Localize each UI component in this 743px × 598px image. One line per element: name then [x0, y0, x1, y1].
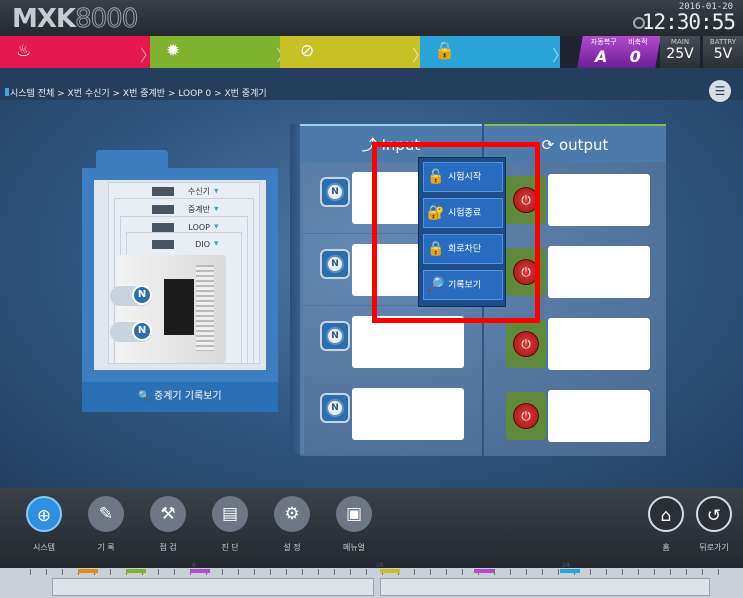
highlight-box: [372, 142, 540, 323]
nav-log[interactable]: ✎ 기 록: [82, 496, 130, 553]
timeline-range-right[interactable]: [380, 578, 710, 596]
input-slot[interactable]: N: [320, 393, 350, 423]
emergency-badge[interactable]: 비축적 0: [611, 36, 661, 68]
nav-diagnose[interactable]: ▤ 진 단: [206, 496, 254, 553]
chevron-right-icon: 〉: [552, 46, 569, 65]
chevron-down-icon: ▾: [214, 186, 219, 197]
output-field[interactable]: [548, 246, 650, 298]
gear-icon: ✹: [166, 41, 181, 61]
n-icon: N: [326, 255, 344, 273]
top-bar: MXK8000 2016-01-20 12:30:55: [0, 0, 743, 36]
settings-gear-icon: ⚙: [274, 496, 310, 532]
n-indicator[interactable]: N: [132, 321, 152, 341]
panel-dropdown[interactable]: 중계반 ▾: [152, 204, 219, 216]
loop-dropdown[interactable]: LOOP ▾: [152, 222, 219, 234]
lock-icon: 🔒: [434, 41, 456, 61]
prohibit-icon: ⊘: [300, 41, 315, 61]
nav-settings[interactable]: ⚙ 설 정: [268, 496, 316, 553]
back-button[interactable]: ↺ 뒤로가기: [690, 496, 738, 553]
timeline-label: 24: [562, 562, 570, 569]
output-arrow-icon: ⟳: [541, 136, 555, 154]
output-field[interactable]: [548, 318, 650, 370]
clipboard-icon: ▤: [212, 496, 248, 532]
n-indicator[interactable]: N: [132, 285, 152, 305]
n-icon: N: [326, 183, 344, 201]
n-icon: N: [326, 327, 344, 345]
timeline-event: [560, 569, 580, 573]
input-slot[interactable]: N: [320, 177, 350, 207]
manual-icon: ▣: [336, 496, 372, 532]
timeline-event: [380, 569, 400, 573]
relay-module-image: [116, 255, 226, 363]
timeline-event: [190, 569, 210, 573]
device-tab: [96, 150, 168, 168]
list-icon: ☰: [714, 84, 726, 98]
dio-dropdown[interactable]: DIO ▾: [152, 239, 219, 251]
output-slot[interactable]: ⏻: [506, 320, 546, 368]
nav-inspect[interactable]: ⚒ 점 검: [144, 496, 192, 553]
output-slot[interactable]: ⏻: [506, 392, 546, 440]
breadcrumb-marker: [5, 88, 9, 96]
clock-time: 12:30:55: [641, 10, 736, 34]
timeline-range-left[interactable]: [52, 578, 374, 596]
fire-status[interactable]: ♨ 〉: [0, 36, 156, 68]
power-icon: ⏻: [513, 331, 539, 357]
stop-status[interactable]: ⊘ 〉: [280, 36, 428, 68]
input-slot[interactable]: N: [320, 249, 350, 279]
output-field[interactable]: [548, 174, 650, 226]
main-power: MAIN 25V: [660, 36, 700, 68]
module-pins: [196, 265, 214, 351]
chevron-down-icon: ▾: [214, 239, 219, 249]
n-icon: N: [326, 399, 344, 417]
output-field[interactable]: [548, 390, 650, 442]
home-button[interactable]: ⌂ 홈: [642, 496, 690, 553]
battery-power: BATTRY 5V: [703, 36, 743, 68]
back-icon: ↺: [696, 496, 732, 532]
globe-icon: ⊕: [26, 496, 62, 532]
timeline-event: [474, 569, 494, 573]
timeline-label: 16: [376, 562, 384, 569]
module-display: [164, 279, 194, 335]
lock-status[interactable]: 🔒 〉: [420, 36, 568, 68]
app-root: MXK8000 2016-01-20 12:30:55 ♨ 〉 ✹ 〉 ⊘ 〉 …: [0, 0, 743, 598]
input-field[interactable]: [352, 316, 464, 368]
power-icon: ⏻: [513, 403, 539, 429]
input-field[interactable]: [352, 388, 464, 440]
chevron-down-icon: ▾: [214, 204, 219, 215]
nav-system[interactable]: ⊕ 시스템: [20, 496, 68, 553]
pencil-icon: ✎: [88, 496, 124, 532]
relay-history-button[interactable]: 🔍 중계기 기록보기: [82, 382, 278, 412]
timeline-event: [126, 569, 146, 573]
fire-icon: ♨: [16, 41, 32, 61]
timeline-label: 8: [192, 562, 196, 569]
chevron-down-icon: ▾: [214, 222, 219, 232]
timeline-event: [78, 569, 98, 573]
fault-status[interactable]: ✹ 〉: [150, 36, 292, 68]
app-logo: MXK8000: [12, 4, 139, 35]
menu-button[interactable]: ☰: [709, 80, 731, 102]
wrench-icon: ⚒: [150, 496, 186, 532]
input-slot[interactable]: N: [320, 321, 350, 351]
receiver-dropdown[interactable]: 수신기 ▾: [152, 186, 219, 198]
nav-manual[interactable]: ▣ 메뉴얼: [330, 496, 378, 553]
home-icon: ⌂: [648, 496, 684, 532]
breadcrumb[interactable]: 시스템 전체 > X번 수신기 > X번 중계반 > LOOP 0 > X번 중…: [10, 86, 267, 99]
search-icon: 🔍: [138, 391, 151, 402]
